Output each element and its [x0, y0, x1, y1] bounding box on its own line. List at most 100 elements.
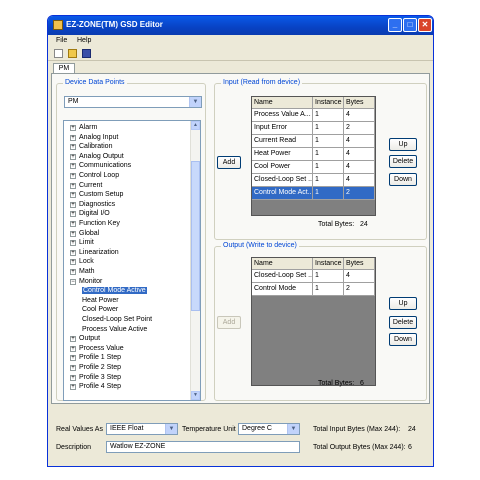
- cell-bytes[interactable]: 4: [344, 135, 375, 148]
- table-row[interactable]: Closed-Loop Set ... 1 4: [252, 270, 375, 283]
- tree-expander-icon[interactable]: +: [70, 134, 76, 141]
- output-up-button[interactable]: Up: [389, 297, 417, 310]
- real-values-select[interactable]: IEEE Float ▼: [106, 423, 178, 435]
- tree-item-label: Calibration: [79, 143, 113, 151]
- tree-expander-icon[interactable]: +: [70, 211, 76, 218]
- tree-expander-icon[interactable]: +: [70, 163, 76, 170]
- tree-expander-icon[interactable]: +: [70, 374, 76, 381]
- new-file-icon[interactable]: [54, 49, 63, 58]
- cell-bytes[interactable]: 4: [344, 161, 375, 174]
- table-row[interactable]: Process Value A... 1 4: [252, 109, 375, 122]
- data-points-tree[interactable]: + Alarm + Analog Input + Calibration + Analog O…: [63, 120, 201, 401]
- cell-instance[interactable]: 1: [313, 135, 344, 148]
- input-add-button[interactable]: Add: [217, 156, 241, 169]
- tree-expander-icon[interactable]: +: [70, 249, 76, 256]
- cell-instance[interactable]: 1: [313, 283, 344, 296]
- output-add-button[interactable]: Add: [217, 316, 241, 329]
- tree-expander-icon[interactable]: +: [70, 355, 76, 362]
- cell-bytes[interactable]: 4: [344, 148, 375, 161]
- tree-expander-icon[interactable]: +: [70, 201, 76, 208]
- cell-instance[interactable]: 1: [313, 161, 344, 174]
- cell-bytes[interactable]: 2: [344, 283, 375, 296]
- input-header-bytes[interactable]: Bytes: [344, 97, 375, 109]
- save-disk-icon[interactable]: [82, 49, 91, 58]
- tree-expander-icon[interactable]: +: [70, 365, 76, 371]
- table-row[interactable]: Current Read 1 4: [252, 135, 375, 148]
- description-input[interactable]: Watlow EZ-ZONE: [106, 441, 300, 453]
- input-grid[interactable]: Name Instance Bytes Process Value A... 1 4…: [251, 96, 376, 216]
- chevron-down-icon[interactable]: ▼: [165, 424, 177, 434]
- table-row[interactable]: Control Mode Act... 1 2: [252, 187, 375, 200]
- maximize-button[interactable]: □: [403, 18, 417, 32]
- title-bar[interactable]: EZ-ZONE(TM) GSD Editor _ □ ✕: [48, 16, 433, 35]
- cell-instance[interactable]: 1: [313, 174, 344, 187]
- cell-name[interactable]: Input Error: [252, 122, 313, 135]
- output-header-bytes[interactable]: Bytes: [344, 258, 375, 270]
- temp-unit-label: Temperature Unit: [182, 426, 236, 433]
- output-header-name[interactable]: Name: [252, 258, 313, 270]
- cell-instance[interactable]: 1: [313, 122, 344, 135]
- tree-expander-icon[interactable]: +: [70, 221, 76, 227]
- scroll-up-icon[interactable]: ▲: [191, 121, 200, 130]
- cell-instance[interactable]: 1: [313, 109, 344, 122]
- tree-scrollbar[interactable]: ▲ ▼: [190, 121, 200, 400]
- tree-expander-icon[interactable]: +: [70, 153, 76, 160]
- cell-name[interactable]: Heat Power: [252, 148, 313, 161]
- output-delete-button[interactable]: Delete: [389, 316, 417, 329]
- tree-expander-icon[interactable]: +: [70, 182, 76, 189]
- tree-expander-icon[interactable]: +: [70, 384, 76, 391]
- table-row[interactable]: Cool Power 1 4: [252, 161, 375, 174]
- output-down-button[interactable]: Down: [389, 333, 417, 346]
- cell-instance[interactable]: 1: [313, 187, 344, 200]
- cell-bytes[interactable]: 4: [344, 270, 375, 283]
- close-button[interactable]: ✕: [418, 18, 432, 32]
- input-up-button[interactable]: Up: [389, 138, 417, 151]
- input-header-instance[interactable]: Instance: [313, 97, 344, 109]
- input-group-label: Input (Read from device): [221, 79, 303, 86]
- scroll-down-icon[interactable]: ▼: [191, 391, 200, 400]
- tree-expander-icon[interactable]: +: [70, 192, 76, 199]
- table-row[interactable]: Closed-Loop Set ... 1 4: [252, 174, 375, 187]
- tree-expander-icon[interactable]: +: [70, 269, 76, 275]
- tree-expander-icon[interactable]: +: [70, 125, 76, 131]
- tree-expander-icon[interactable]: +: [70, 144, 76, 151]
- tree-expander-icon[interactable]: +: [70, 259, 76, 266]
- table-row[interactable]: Heat Power 1 4: [252, 148, 375, 161]
- chevron-down-icon[interactable]: ▼: [189, 97, 201, 107]
- menu-help[interactable]: Help: [77, 37, 91, 44]
- cell-bytes[interactable]: 4: [344, 109, 375, 122]
- menu-file[interactable]: File: [56, 37, 67, 44]
- input-down-button[interactable]: Down: [389, 173, 417, 186]
- input-delete-button[interactable]: Delete: [389, 155, 417, 168]
- output-grid[interactable]: Name Instance Bytes Closed-Loop Set ... 1…: [251, 257, 376, 386]
- input-header-name[interactable]: Name: [252, 97, 313, 109]
- tree-expander-icon[interactable]: +: [70, 173, 76, 179]
- cell-instance[interactable]: 1: [313, 148, 344, 161]
- cell-instance[interactable]: 1: [313, 270, 344, 283]
- cell-name[interactable]: Closed-Loop Set ...: [252, 174, 313, 187]
- cell-name[interactable]: Current Read: [252, 135, 313, 148]
- tree-expander-icon[interactable]: +: [70, 336, 76, 343]
- input-total-value: 24: [360, 221, 368, 228]
- cell-name[interactable]: Closed-Loop Set ...: [252, 270, 313, 283]
- temp-unit-select[interactable]: Degree C ▼: [238, 423, 300, 435]
- cell-name[interactable]: Control Mode Act...: [252, 187, 313, 200]
- cell-bytes[interactable]: 4: [344, 174, 375, 187]
- cell-name[interactable]: Cool Power: [252, 161, 313, 174]
- table-row[interactable]: Input Error 1 2: [252, 122, 375, 135]
- cell-bytes[interactable]: 2: [344, 187, 375, 200]
- cell-name[interactable]: Process Value A...: [252, 109, 313, 122]
- tree-expander-icon[interactable]: +: [70, 230, 76, 237]
- output-header-instance[interactable]: Instance: [313, 258, 344, 270]
- tree-expander-icon[interactable]: −: [70, 278, 76, 285]
- cell-name[interactable]: Control Mode: [252, 283, 313, 296]
- open-folder-icon[interactable]: [68, 49, 77, 58]
- tree-expander-icon[interactable]: +: [70, 240, 76, 247]
- scroll-thumb[interactable]: [191, 161, 200, 311]
- cell-bytes[interactable]: 2: [344, 122, 375, 135]
- minimize-button[interactable]: _: [388, 18, 402, 32]
- chevron-down-icon[interactable]: ▼: [287, 424, 299, 434]
- tree-expander-icon[interactable]: +: [70, 345, 76, 352]
- table-row[interactable]: Control Mode 1 2: [252, 283, 375, 296]
- model-select[interactable]: PM ▼: [64, 96, 202, 108]
